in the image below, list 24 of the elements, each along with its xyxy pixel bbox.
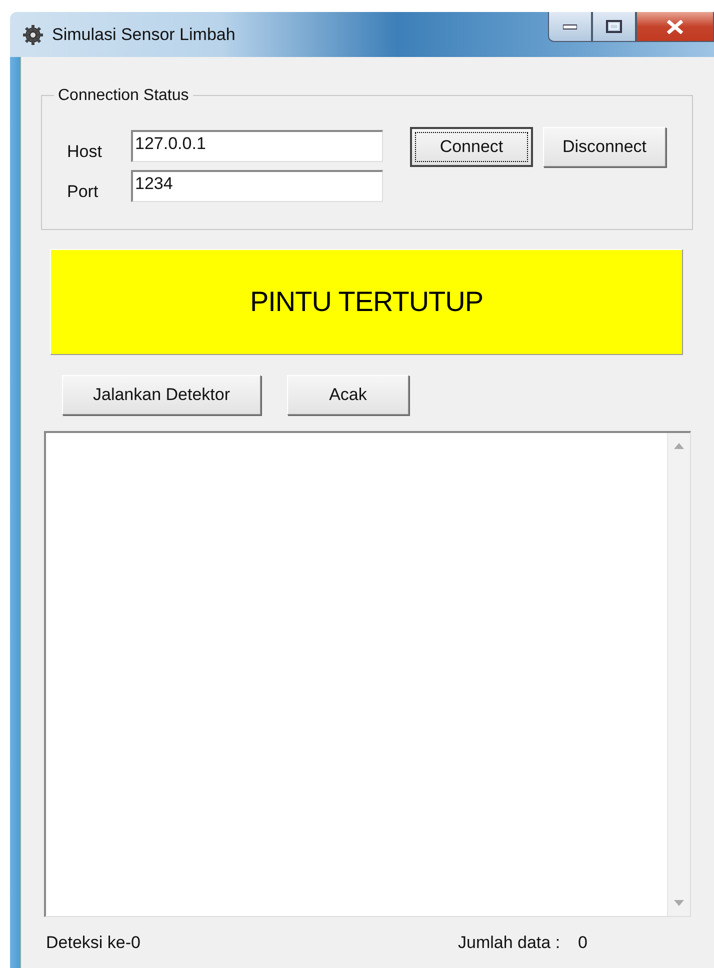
field-label: Port: [67, 182, 100, 202]
close-icon: [666, 20, 684, 34]
maximize-button[interactable]: [592, 12, 636, 42]
maximize-icon: [606, 20, 622, 33]
disconnect-button[interactable]: Disconnect: [543, 127, 666, 167]
run-detector-button[interactable]: Jalankan Detektor: [62, 375, 261, 415]
minimize-icon: [563, 24, 577, 30]
log-list[interactable]: [44, 431, 691, 917]
input-field[interactable]: 127.0.0.1: [131, 130, 383, 162]
detection-counter: Deteksi ke-0: [46, 933, 142, 953]
minimize-button[interactable]: [548, 12, 592, 42]
scroll-up-icon[interactable]: [674, 443, 684, 449]
data-count-value: 0: [578, 933, 588, 953]
window-title: Simulasi Sensor Limbah: [52, 24, 236, 44]
input-field[interactable]: 1234: [131, 170, 383, 202]
gear-icon: [22, 24, 44, 46]
scroll-down-icon[interactable]: [674, 900, 684, 906]
connect-button[interactable]: Connect: [410, 127, 533, 167]
randomize-button[interactable]: Acak: [287, 375, 409, 415]
field-label: Host: [67, 142, 103, 162]
scrollbar[interactable]: [667, 433, 690, 916]
door-status-banner: PINTU TERTUTUP: [50, 249, 683, 355]
close-button[interactable]: [636, 12, 714, 42]
data-count-label: Jumlah data :: [458, 933, 562, 953]
